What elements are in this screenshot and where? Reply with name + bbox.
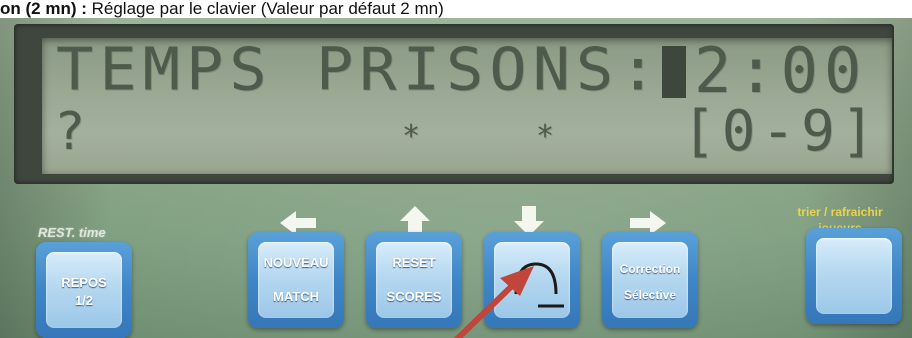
lcd-time-value: 2:00	[694, 38, 868, 107]
correction-label-2: Sélective	[623, 288, 677, 302]
device-panel: TEMPS PRISONS: 2:00 ? * * [0-9] REST. ti…	[0, 18, 912, 338]
rest-time-label: REST. time	[38, 225, 106, 240]
lcd-star-2: *	[536, 119, 561, 154]
lcd-cursor	[662, 46, 686, 98]
trier-key-face	[816, 238, 892, 314]
caption-bold: on (2 mn) :	[0, 0, 87, 18]
lcd-question-mark: ?	[54, 102, 92, 162]
correction-selective-button[interactable]: Correction Sélective	[602, 232, 698, 328]
caption-rest: Réglage par le clavier (Valeur par défau…	[86, 0, 444, 18]
repos-button[interactable]: REPOS 1/2	[36, 242, 132, 338]
lcd-frame: TEMPS PRISONS: 2:00 ? * * [0-9]	[14, 24, 894, 184]
nouveau-label-1: NOUVEAU	[263, 255, 329, 270]
lcd-range: [0-9]	[682, 99, 881, 164]
nouveau-match-button[interactable]: NOUVEAU MATCH	[248, 232, 344, 328]
lcd-display: TEMPS PRISONS: 2:00 ? * * [0-9]	[42, 38, 892, 174]
caption-text: on (2 mn) : Réglage par le clavier (Vale…	[0, 0, 912, 18]
trier-rafraichir-button[interactable]	[806, 228, 902, 324]
repos-label-1: REPOS	[61, 275, 107, 290]
correction-label-1: Correction	[619, 262, 681, 276]
lcd-line-1: TEMPS PRISONS:	[56, 38, 663, 104]
correction-key-face	[612, 242, 688, 318]
pointer-arrow-icon	[453, 266, 534, 338]
nouveau-label-2: MATCH	[273, 289, 319, 304]
repos-label-2: 1/2	[74, 293, 94, 308]
trier-line-1: trier / rafraichir	[797, 205, 883, 219]
lcd-star-1: *	[402, 119, 427, 154]
